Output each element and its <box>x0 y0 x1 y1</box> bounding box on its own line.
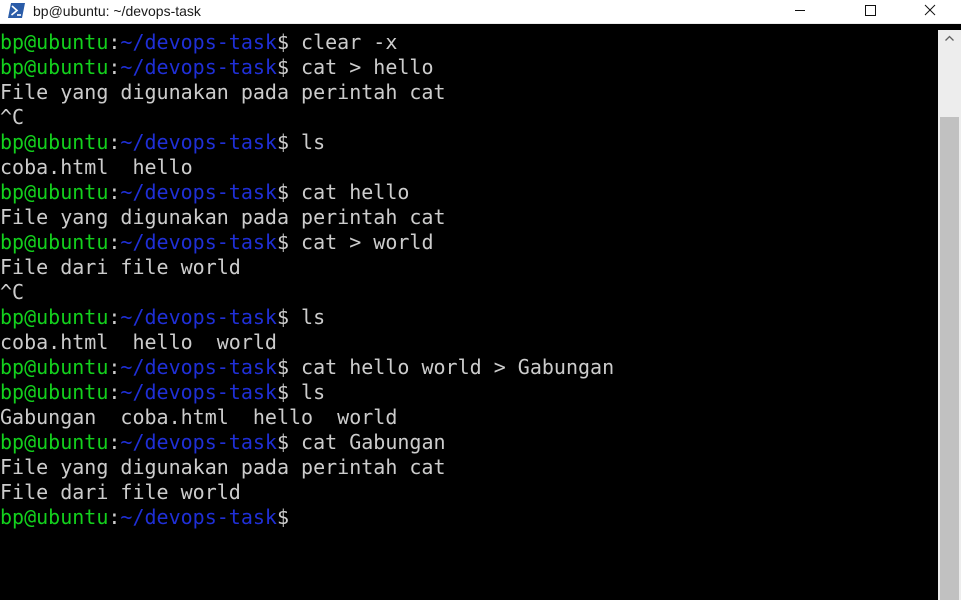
command-text: cat > hello <box>289 55 434 79</box>
prompt-symbol: $ <box>276 355 290 379</box>
prompt-path: ~/devops-task <box>120 505 277 529</box>
command-text: clear -x <box>289 30 398 54</box>
command-text: ls <box>289 130 326 154</box>
prompt-path: ~/devops-task <box>120 305 277 329</box>
command-text: ls <box>289 380 326 404</box>
prompt-path: ~/devops-task <box>120 130 277 154</box>
prompt-user-host: bp@ubuntu <box>0 355 109 379</box>
output-text: File yang digunakan pada perintah cat <box>0 455 446 479</box>
output-line: ^C <box>0 105 24 130</box>
prompt-line: bp@ubuntu:~/devops-task$ cat hello <box>0 180 409 205</box>
output-text: File yang digunakan pada perintah cat <box>0 80 446 104</box>
close-button[interactable] <box>907 0 953 23</box>
output-line: File dari file world <box>0 480 241 505</box>
prompt-symbol: $ <box>276 130 290 154</box>
prompt-separator: : <box>108 55 121 79</box>
prompt-path: ~/devops-task <box>120 180 277 204</box>
vertical-scrollbar[interactable] <box>938 30 961 600</box>
prompt-symbol: $ <box>276 230 290 254</box>
prompt-separator: : <box>108 230 121 254</box>
prompt-symbol: $ <box>276 305 290 329</box>
prompt-user-host: bp@ubuntu <box>0 380 109 404</box>
prompt-path: ~/devops-task <box>120 30 277 54</box>
minimize-button[interactable] <box>777 0 823 23</box>
prompt-separator: : <box>108 130 121 154</box>
output-text: ^C <box>0 105 25 129</box>
prompt-line: bp@ubuntu:~/devops-task$ cat hello world… <box>0 355 614 380</box>
command-text: cat Gabungan <box>289 430 446 454</box>
prompt-symbol: $ <box>276 505 290 529</box>
output-text: coba.html hello world <box>0 330 277 354</box>
prompt-user-host: bp@ubuntu <box>0 505 109 529</box>
terminal-window: bp@ubuntu: ~/devops-task bp@ubuntu:~/dev… <box>0 0 961 600</box>
output-text: Gabungan coba.html hello world <box>0 405 398 429</box>
output-text: File yang digunakan pada perintah cat <box>0 205 446 229</box>
output-text: File dari file world <box>0 255 241 279</box>
prompt-separator: : <box>108 305 121 329</box>
prompt-line: bp@ubuntu:~/devops-task$ ls <box>0 305 325 330</box>
prompt-user-host: bp@ubuntu <box>0 430 109 454</box>
command-text: cat hello <box>289 180 410 204</box>
chevron-up-icon <box>945 35 954 41</box>
output-line: File yang digunakan pada perintah cat <box>0 455 446 480</box>
output-line: File yang digunakan pada perintah cat <box>0 205 446 230</box>
prompt-user-host: bp@ubuntu <box>0 305 109 329</box>
output-line: coba.html hello world <box>0 330 277 355</box>
prompt-symbol: $ <box>276 180 290 204</box>
prompt-user-host: bp@ubuntu <box>0 30 109 54</box>
prompt-line: bp@ubuntu:~/devops-task$ <box>0 505 289 530</box>
prompt-path: ~/devops-task <box>120 55 277 79</box>
prompt-path: ~/devops-task <box>120 230 277 254</box>
scrollbar-thumb[interactable] <box>940 117 959 600</box>
prompt-path: ~/devops-task <box>120 380 277 404</box>
output-text: ^C <box>0 280 25 304</box>
prompt-separator: : <box>108 355 121 379</box>
maximize-button[interactable] <box>847 0 893 23</box>
prompt-symbol: $ <box>276 30 290 54</box>
prompt-separator: : <box>108 30 121 54</box>
prompt-separator: : <box>108 380 121 404</box>
prompt-path: ~/devops-task <box>120 355 277 379</box>
prompt-user-host: bp@ubuntu <box>0 180 109 204</box>
prompt-line: bp@ubuntu:~/devops-task$ cat Gabungan <box>0 430 446 455</box>
prompt-symbol: $ <box>276 430 290 454</box>
output-line: File yang digunakan pada perintah cat <box>0 80 446 105</box>
prompt-user-host: bp@ubuntu <box>0 230 109 254</box>
command-text: ls <box>289 305 326 329</box>
prompt-symbol: $ <box>276 55 290 79</box>
prompt-user-host: bp@ubuntu <box>0 55 109 79</box>
minimize-icon <box>795 10 805 11</box>
prompt-line: bp@ubuntu:~/devops-task$ ls <box>0 130 325 155</box>
prompt-line: bp@ubuntu:~/devops-task$ clear -x <box>0 30 397 55</box>
prompt-line: bp@ubuntu:~/devops-task$ cat > hello <box>0 55 434 80</box>
prompt-separator: : <box>108 505 121 529</box>
prompt-symbol: $ <box>276 380 290 404</box>
output-line: ^C <box>0 280 24 305</box>
prompt-line: bp@ubuntu:~/devops-task$ cat > world <box>0 230 434 255</box>
terminal-output[interactable]: bp@ubuntu:~/devops-task$ clear -x bp@ubun… <box>0 30 938 600</box>
title-bar[interactable]: bp@ubuntu: ~/devops-task <box>0 0 961 24</box>
window-title: bp@ubuntu: ~/devops-task <box>33 3 201 19</box>
prompt-line: bp@ubuntu:~/devops-task$ ls <box>0 380 325 405</box>
output-line: Gabungan coba.html hello world <box>0 405 397 430</box>
scroll-up-button[interactable] <box>938 30 961 47</box>
output-text: coba.html hello <box>0 155 193 179</box>
prompt-separator: : <box>108 430 121 454</box>
output-text: File dari file world <box>0 480 241 504</box>
powershell-icon <box>8 3 25 18</box>
maximize-icon <box>865 5 876 16</box>
prompt-user-host: bp@ubuntu <box>0 130 109 154</box>
output-line: File dari file world <box>0 255 241 280</box>
prompt-path: ~/devops-task <box>120 430 277 454</box>
command-text: cat hello world > Gabungan <box>289 355 615 379</box>
prompt-separator: : <box>108 180 121 204</box>
command-text: cat > world <box>289 230 434 254</box>
close-icon <box>924 4 936 16</box>
output-line: coba.html hello <box>0 155 193 180</box>
